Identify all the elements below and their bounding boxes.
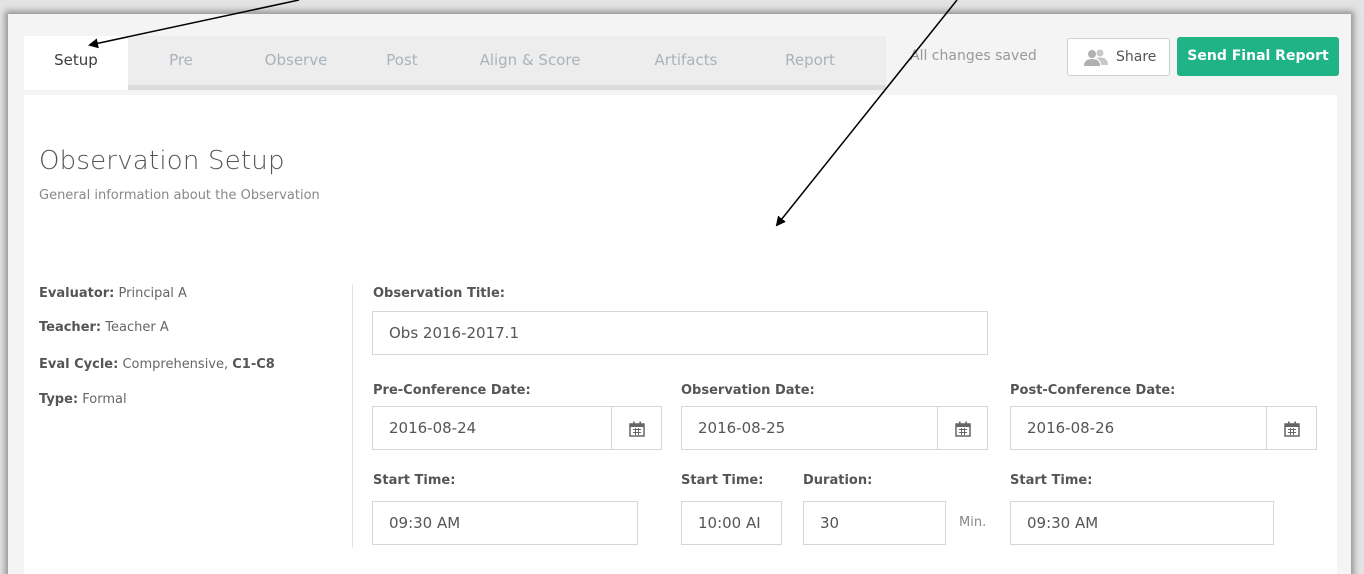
- save-status: All changes saved: [910, 48, 1037, 64]
- tab-bar: Setup Pre Observe Post Align & Score Art…: [24, 36, 886, 90]
- eval-cycle-info: Eval Cycle: Comprehensive, C1-C8: [39, 357, 275, 372]
- tab-artifacts[interactable]: Artifacts: [636, 36, 736, 85]
- teacher-value: Teacher A: [101, 320, 169, 335]
- tab-align-score[interactable]: Align & Score: [460, 36, 600, 85]
- observation-calendar-button[interactable]: [937, 406, 988, 450]
- page-title: Observation Setup: [39, 146, 285, 176]
- evaluator-info: Evaluator: Principal A: [39, 286, 187, 301]
- observation-start-time-input[interactable]: 10:00 AI: [681, 501, 782, 545]
- pre-conference-start-time-input[interactable]: 09:30 AM: [372, 501, 638, 545]
- share-button[interactable]: Share: [1067, 38, 1170, 76]
- tab-report[interactable]: Report: [764, 36, 856, 85]
- calendar-icon: [629, 421, 645, 437]
- pre-conference-date-label: Pre-Conference Date:: [373, 383, 531, 398]
- pre-conference-start-time-label: Start Time:: [373, 473, 456, 488]
- duration-unit: Min.: [959, 515, 987, 530]
- page-subtitle: General information about the Observatio…: [39, 188, 320, 203]
- column-divider: [352, 284, 353, 548]
- people-icon: [1084, 49, 1108, 67]
- type-value: Formal: [78, 392, 127, 407]
- eval-cycle-key: Eval Cycle:: [39, 357, 119, 372]
- observation-date-label: Observation Date:: [681, 383, 815, 398]
- evaluator-key: Evaluator:: [39, 286, 115, 301]
- type-info: Type: Formal: [39, 392, 127, 407]
- calendar-icon: [955, 421, 971, 437]
- send-final-report-button[interactable]: Send Final Report: [1177, 37, 1339, 76]
- post-conference-start-time-label: Start Time:: [1010, 473, 1093, 488]
- tab-observe[interactable]: Observe: [242, 36, 350, 85]
- teacher-key: Teacher:: [39, 320, 102, 335]
- observation-title-label: Observation Title:: [373, 286, 505, 301]
- share-label: Share: [1116, 49, 1157, 65]
- pre-conference-date-input[interactable]: 2016-08-24: [372, 406, 612, 450]
- pre-conference-calendar-button[interactable]: [611, 406, 662, 450]
- evaluator-value: Principal A: [114, 286, 187, 301]
- teacher-info: Teacher: Teacher A: [39, 320, 169, 335]
- type-key: Type:: [39, 392, 79, 407]
- post-conference-start-time-input[interactable]: 09:30 AM: [1010, 501, 1274, 545]
- tab-pre[interactable]: Pre: [140, 36, 222, 85]
- duration-input[interactable]: 30: [803, 501, 946, 545]
- post-conference-date-input[interactable]: 2016-08-26: [1010, 406, 1268, 450]
- calendar-icon: [1284, 421, 1300, 437]
- duration-label: Duration:: [803, 473, 873, 488]
- eval-cycle-value: Comprehensive,: [118, 357, 233, 372]
- observation-title-input[interactable]: Obs 2016-2017.1: [372, 311, 988, 355]
- post-conference-date-label: Post-Conference Date:: [1010, 383, 1176, 398]
- observation-date-input[interactable]: 2016-08-25: [681, 406, 939, 450]
- observation-start-time-label: Start Time:: [681, 473, 764, 488]
- post-conference-calendar-button[interactable]: [1266, 406, 1317, 450]
- eval-cycle-code: C1-C8: [232, 357, 275, 372]
- tab-setup[interactable]: Setup: [24, 36, 128, 90]
- tab-post[interactable]: Post: [366, 36, 438, 85]
